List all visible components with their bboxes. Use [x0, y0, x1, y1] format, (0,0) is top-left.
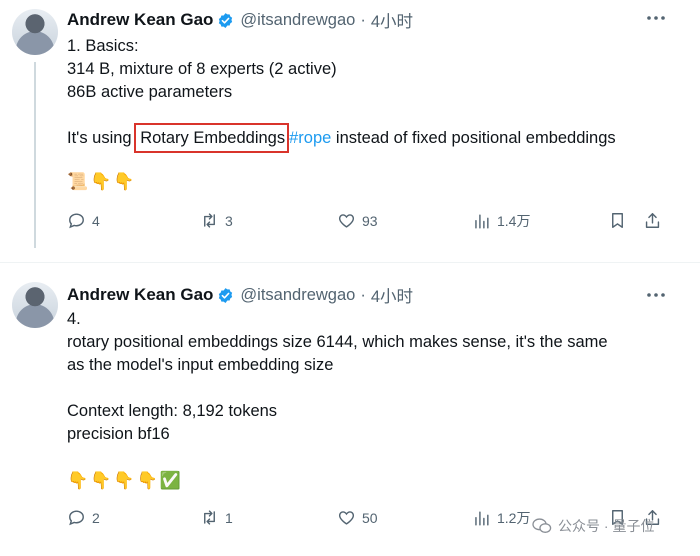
text-line: precision bf16 — [67, 425, 170, 443]
action-bar: 4 3 93 1.4万 — [67, 211, 667, 235]
verified-badge-icon — [219, 287, 233, 303]
views-icon — [475, 213, 489, 229]
views-button[interactable]: 1.2万 — [472, 508, 530, 528]
hashtag-rope-link[interactable]: #rope — [289, 129, 331, 147]
reply-button[interactable]: 4 — [67, 211, 100, 230]
tweet-1[interactable]: Andrew Kean Gao @itsandrewgao · 4小时 1. B… — [0, 0, 700, 262]
tweet-2[interactable]: Andrew Kean Gao @itsandrewgao · 4小时 4. r… — [0, 263, 700, 556]
like-button[interactable]: 50 — [337, 508, 378, 527]
thread-connector-line — [34, 62, 36, 248]
views-button[interactable]: 1.4万 — [472, 211, 530, 231]
like-icon — [338, 214, 355, 228]
emoji-row: 👇👇👇👇✅ — [67, 471, 183, 490]
text-before-box: It's using — [67, 129, 137, 147]
author-handle[interactable]: @itsandrewgao — [240, 11, 355, 30]
text-line: rotary positional embeddings size 6144, … — [67, 333, 608, 351]
repost-button[interactable]: 1 — [200, 508, 233, 527]
repost-count: 3 — [225, 212, 233, 229]
text-after-box: instead of fixed positional embeddings — [331, 129, 616, 147]
post-time[interactable]: 4小时 — [371, 283, 413, 307]
like-icon — [338, 511, 355, 525]
post-time[interactable]: 4小时 — [371, 8, 413, 32]
reply-count: 4 — [92, 212, 100, 229]
text-line: Context length: 8,192 tokens — [67, 402, 278, 420]
repost-button[interactable]: 3 — [200, 211, 233, 230]
more-icon[interactable] — [645, 287, 667, 307]
separator-dot: · — [360, 10, 366, 29]
reply-count: 2 — [92, 509, 100, 526]
repost-icon — [204, 213, 215, 228]
author-avatar[interactable] — [12, 9, 58, 55]
repost-icon — [204, 510, 215, 525]
author-avatar[interactable] — [12, 282, 58, 328]
like-count: 50 — [362, 509, 378, 526]
text-line: 314 B, mixture of 8 experts (2 active) — [67, 60, 337, 78]
wechat-watermark: 公众号 · 量子位 — [532, 516, 654, 536]
reply-icon — [69, 213, 84, 229]
wechat-icon — [532, 518, 552, 533]
separator-dot: · — [360, 285, 366, 304]
reply-icon — [69, 510, 84, 526]
like-button[interactable]: 93 — [337, 211, 378, 230]
tweet-header: Andrew Kean Gao @itsandrewgao · 4小时 — [67, 284, 413, 306]
author-name[interactable]: Andrew Kean Gao — [67, 10, 213, 30]
watermark-text: 公众号 · 量子位 — [558, 518, 655, 534]
like-count: 93 — [362, 212, 378, 229]
reply-button[interactable]: 2 — [67, 508, 100, 527]
views-count: 1.4万 — [497, 213, 531, 229]
verified-badge-icon — [219, 12, 233, 28]
more-icon[interactable] — [645, 10, 667, 30]
text-line: 86B active parameters — [67, 83, 233, 101]
views-count: 1.2万 — [497, 510, 531, 526]
text-line: 1. Basics: — [67, 37, 139, 55]
text-line: 4. — [67, 310, 81, 328]
tweet-header: Andrew Kean Gao @itsandrewgao · 4小时 — [67, 9, 413, 31]
author-name[interactable]: Andrew Kean Gao — [67, 285, 213, 305]
author-handle[interactable]: @itsandrewgao — [240, 286, 355, 305]
bookmark-icon — [612, 213, 623, 228]
tweet-text: 4. rotary positional embeddings size 614… — [67, 308, 608, 446]
highlight-line: It's using Rotary Embeddings #rope instea… — [67, 123, 616, 153]
share-icon — [645, 213, 660, 228]
emoji-row: 📜👇👇 — [67, 172, 137, 191]
text-line — [67, 377, 608, 400]
views-icon — [475, 510, 489, 526]
tweet-text: 1. Basics: 314 B, mixture of 8 experts (… — [67, 35, 616, 153]
bookmark-button[interactable] — [608, 211, 633, 230]
text-line: as the model's input embedding size — [67, 356, 334, 374]
rotary-embeddings-highlight-box: Rotary Embeddings — [134, 123, 290, 153]
repost-count: 1 — [225, 509, 233, 526]
share-button[interactable] — [643, 211, 668, 230]
